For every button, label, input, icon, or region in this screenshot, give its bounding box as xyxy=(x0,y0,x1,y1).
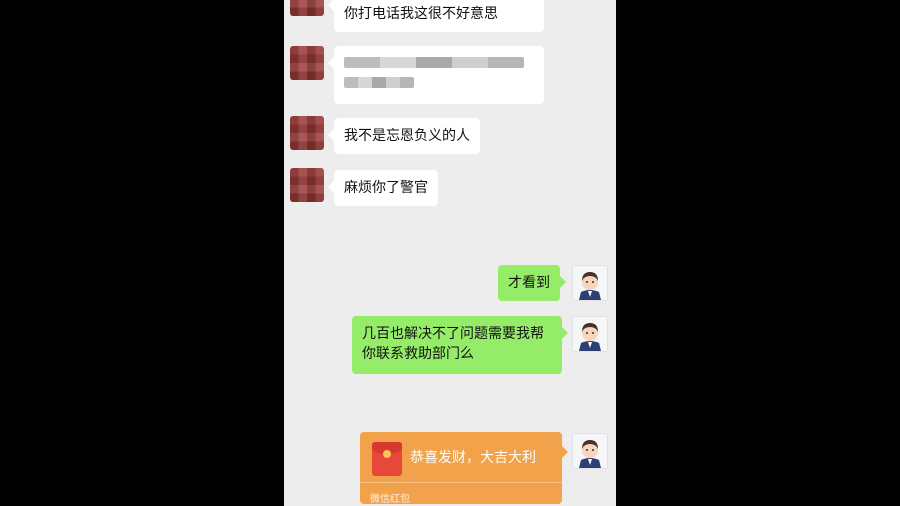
red-packet-footer: 微信红包 xyxy=(370,494,410,505)
message-bubble-incoming-blurred[interactable] xyxy=(328,46,544,104)
message-bubble-outgoing[interactable]: 几百也解决不了问题需要我帮你联系救助部门么 xyxy=(352,316,568,374)
police-officer-avatar-icon xyxy=(573,434,607,468)
police-officer-avatar-icon xyxy=(573,266,607,300)
contact-avatar[interactable] xyxy=(290,0,324,16)
message-text: 才看到 xyxy=(508,275,550,291)
chat-screen: 你打电话我这很不好意思 我不是忘恩负义的人 麻烦你了警官 才看到 几百也解决不了… xyxy=(284,0,616,506)
police-officer-avatar-icon xyxy=(573,317,607,351)
message-text: 你打电话我这很不好意思 xyxy=(344,6,498,22)
officer-avatar[interactable] xyxy=(572,433,608,469)
red-packet-card[interactable]: 恭喜发财，大吉大利 微信红包 xyxy=(360,432,568,505)
message-bubble-incoming[interactable]: 我不是忘恩负义的人 xyxy=(328,118,480,154)
officer-avatar[interactable] xyxy=(572,316,608,352)
message-text: 麻烦你了警官 xyxy=(344,180,428,196)
contact-avatar[interactable] xyxy=(290,116,324,150)
red-packet-title: 恭喜发财，大吉大利 xyxy=(410,450,536,466)
message-text: 几百也解决不了问题需要我帮你联系救助部门么 xyxy=(362,326,544,362)
message-text: 我不是忘恩负义的人 xyxy=(344,128,470,144)
message-bubble-incoming[interactable]: 麻烦你了警官 xyxy=(328,170,438,206)
contact-avatar[interactable] xyxy=(290,46,324,80)
message-bubble-incoming[interactable]: 你打电话我这很不好意思 xyxy=(328,0,544,32)
red-envelope-icon xyxy=(372,442,402,476)
officer-avatar[interactable] xyxy=(572,265,608,301)
message-bubble-outgoing[interactable]: 才看到 xyxy=(498,265,566,301)
red-packet-divider xyxy=(360,482,562,483)
contact-avatar[interactable] xyxy=(290,168,324,202)
